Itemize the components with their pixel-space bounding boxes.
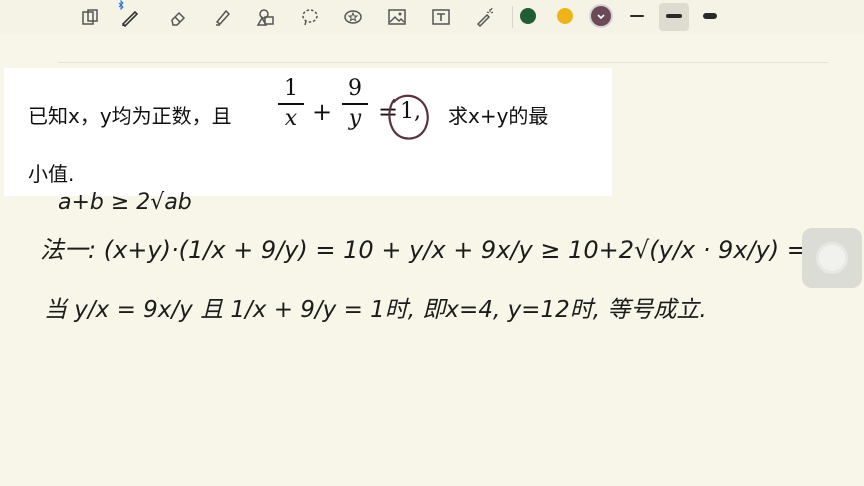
page-layout-icon[interactable] [78,5,102,29]
fraction-1-denominator: x [284,106,298,131]
question-suffix: 求x+y的最 [448,104,549,128]
plus-sign: + [312,98,333,126]
assistive-button-circle-icon [819,245,845,271]
handwriting-equality-condition: 当 y/x = 9x/y 且 1/x + 9/y = 1时, 即x=4, y=1… [44,297,707,323]
fraction-2-numerator: 9 [348,76,362,101]
highlighter-icon[interactable] [210,5,234,29]
floating-assistive-button[interactable] [802,228,862,288]
fraction-2-denominator: y [348,106,362,131]
question-prefix: 已知x，y均为正数，且 [28,104,232,128]
color-swatch-selected[interactable] [591,6,611,26]
stroke-width-thin[interactable] [630,15,644,17]
text-box-icon[interactable] [429,5,453,29]
shapes-icon[interactable] [254,5,278,29]
handwriting-inequality: a+b ≥ 2√ab [58,190,192,215]
sticker-icon[interactable] [341,5,365,29]
color-swatch-green[interactable] [520,8,536,24]
question-card [4,68,612,196]
fraction-1-over-x: 1 x [278,76,304,132]
toolbar [0,0,864,34]
stroke-width-medium[interactable] [666,14,682,18]
fraction-9-over-y: 9 y [342,76,368,132]
fraction-1-bar [278,103,304,105]
lasso-icon[interactable] [298,5,322,29]
bluetooth-pen-icon [116,0,126,11]
toolbar-divider [512,6,513,28]
page-ruled-line [58,62,828,63]
stroke-width-thick[interactable] [703,13,717,19]
color-swatch-yellow[interactable] [557,8,573,24]
image-icon[interactable] [385,5,409,29]
chevron-down-icon [597,14,605,20]
fraction-2-bar [342,103,368,105]
question-line-2: 小值. [28,162,75,186]
handwriting-method-one: 法一: (x+y)·(1/x + 9/y) = 10 + y/x + 9x/y … [40,236,853,264]
laser-pointer-icon[interactable] [473,5,497,29]
ink-circle-around-one [388,94,429,140]
fraction-1-numerator: 1 [284,76,298,101]
eraser-icon[interactable] [166,5,190,29]
